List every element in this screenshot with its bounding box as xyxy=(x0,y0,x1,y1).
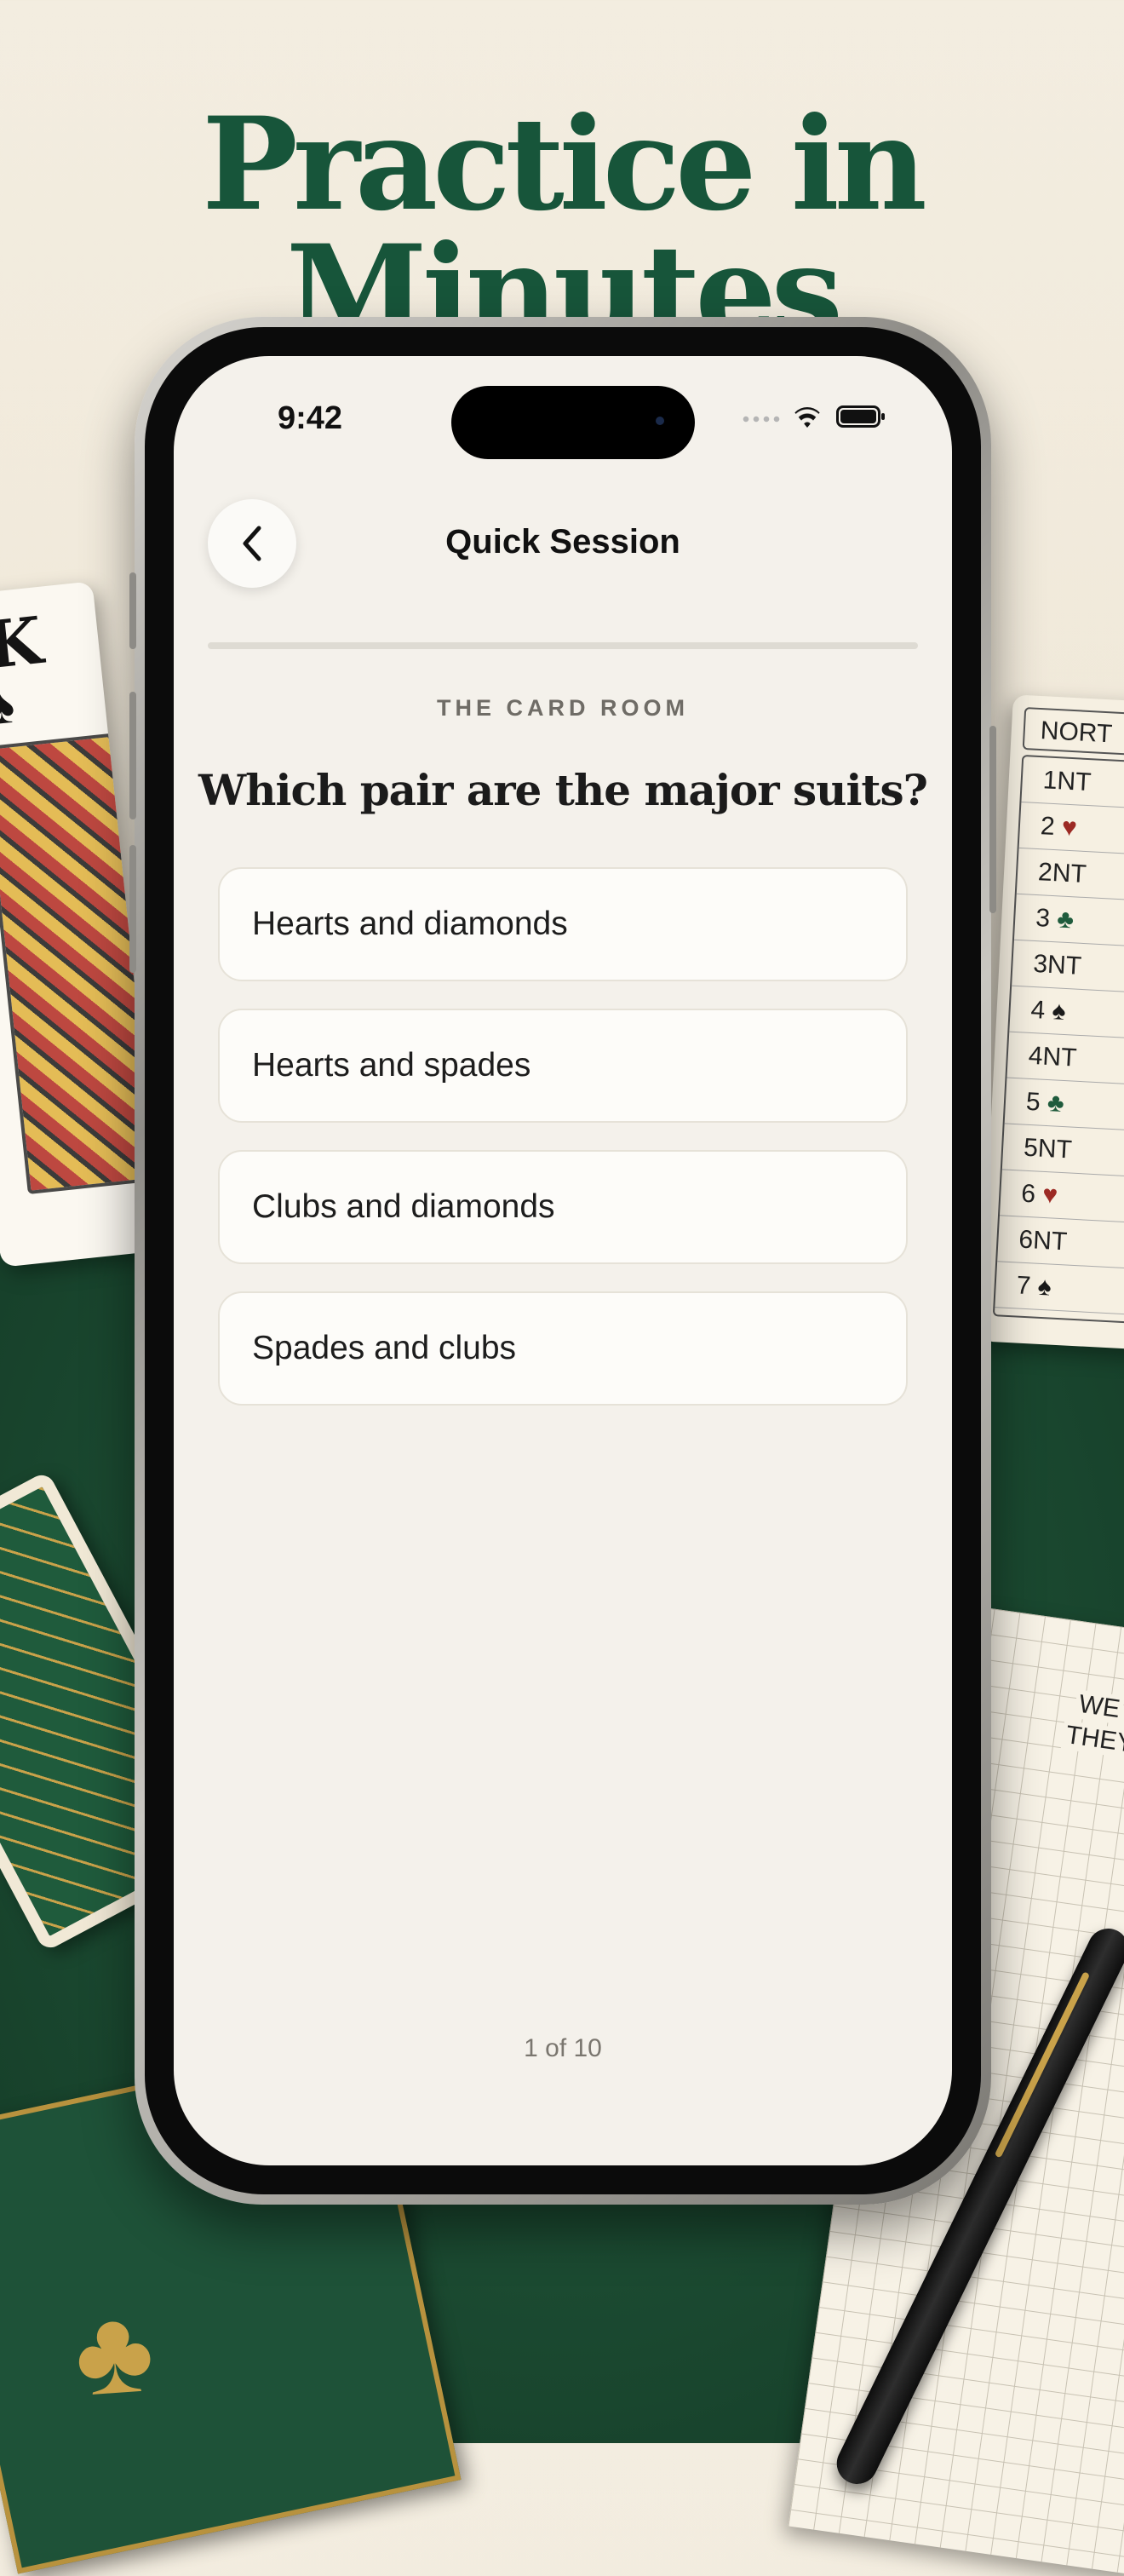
bid-row: 7 ♠ xyxy=(995,1262,1124,1316)
score-they-label: THEY xyxy=(1060,1720,1124,1760)
bid-suit-icon: ♥ xyxy=(1035,1180,1059,1210)
question-text: Which pair are the major suits? xyxy=(198,765,928,815)
power-button xyxy=(989,726,996,913)
bid-row: 1NT xyxy=(1021,756,1124,811)
page-title: Quick Session xyxy=(445,523,680,561)
bid-level: 3NT xyxy=(1032,949,1082,980)
bid-suit-icon: ♠ xyxy=(1044,996,1067,1026)
battery-icon xyxy=(836,405,885,428)
score-we-label: WE xyxy=(1073,1689,1124,1725)
spade-icon: ♠ xyxy=(0,676,18,736)
bid-row: 3NT xyxy=(1012,940,1124,994)
status-time: 9:42 xyxy=(278,400,343,436)
answer-option-1[interactable]: Hearts and diamonds xyxy=(218,867,908,981)
answer-option-2[interactable]: Hearts and spades xyxy=(218,1009,908,1123)
bid-level: 3 xyxy=(1035,904,1051,933)
camera-icon xyxy=(656,417,664,425)
bid-suit-icon: ♠ xyxy=(1029,1272,1052,1302)
card-rank: K xyxy=(0,602,46,684)
dynamic-island xyxy=(451,386,695,459)
bid-level: 6 xyxy=(1020,1179,1036,1209)
volume-up-button xyxy=(129,692,136,819)
phone-frame: 9:42 Quick Session THE CARD ROOM Which p… xyxy=(129,317,996,2205)
answer-options: Hearts and diamonds Hearts and spades Cl… xyxy=(218,867,908,1433)
bid-row: 3 ♣ xyxy=(1013,894,1124,948)
bid-level: 1NT xyxy=(1041,766,1092,797)
bidding-card: NORT 1NT 2 ♥ 2NT 3 ♣ 3NT 4 ♠ 4NT 5 ♣ 5NT 6 ♥ 6NT 7 … xyxy=(979,694,1124,1350)
action-button xyxy=(129,572,136,649)
wifi-icon xyxy=(790,404,824,429)
app-screen: 9:42 Quick Session THE CARD ROOM Which p… xyxy=(174,356,952,2165)
answer-option-3[interactable]: Clubs and diamonds xyxy=(218,1150,908,1264)
answer-option-4[interactable]: Spades and clubs xyxy=(218,1291,908,1406)
bid-suit-icon: ♥ xyxy=(1053,813,1078,842)
bid-level: 4 xyxy=(1029,995,1047,1025)
bid-row: 5 ♣ xyxy=(1004,1078,1124,1132)
bid-row: 4 ♠ xyxy=(1009,986,1124,1040)
volume-down-button xyxy=(129,845,136,973)
bid-row: 2NT xyxy=(1016,848,1124,903)
progress-bar xyxy=(208,642,918,649)
bid-row: 5NT xyxy=(1001,1124,1124,1178)
phone-bezel: 9:42 Quick Session THE CARD ROOM Which p… xyxy=(145,327,981,2194)
bid-level: 2NT xyxy=(1037,858,1087,889)
bid-level: 4NT xyxy=(1027,1041,1078,1072)
bid-level: 7 xyxy=(1015,1271,1032,1301)
bid-level: 6NT xyxy=(1018,1225,1069,1256)
question-counter: 1 of 10 xyxy=(524,2034,602,2062)
section-eyebrow: THE CARD ROOM xyxy=(437,695,689,721)
bid-row: 6NT xyxy=(997,1216,1124,1270)
bid-suit-icon: ♣ xyxy=(1049,904,1075,934)
cellular-signal-icon xyxy=(741,416,782,423)
bid-level: 5NT xyxy=(1023,1133,1073,1164)
bid-card-header: NORT xyxy=(1022,707,1124,758)
status-icons xyxy=(741,402,886,433)
bid-row: 4NT xyxy=(1006,1032,1124,1086)
club-emblem-icon: ♣ xyxy=(70,2281,158,2422)
bid-level: 5 xyxy=(1025,1087,1041,1117)
bid-list: 1NT 2 ♥ 2NT 3 ♣ 3NT 4 ♠ 4NT 5 ♣ 5NT 6 ♥ 6NT 7 ♠ xyxy=(992,754,1124,1325)
bid-suit-icon: ♣ xyxy=(1039,1088,1065,1118)
bid-row: 6 ♥ xyxy=(999,1170,1124,1224)
bid-row: 2 ♥ xyxy=(1018,802,1124,857)
bid-level: 2 xyxy=(1040,812,1056,842)
